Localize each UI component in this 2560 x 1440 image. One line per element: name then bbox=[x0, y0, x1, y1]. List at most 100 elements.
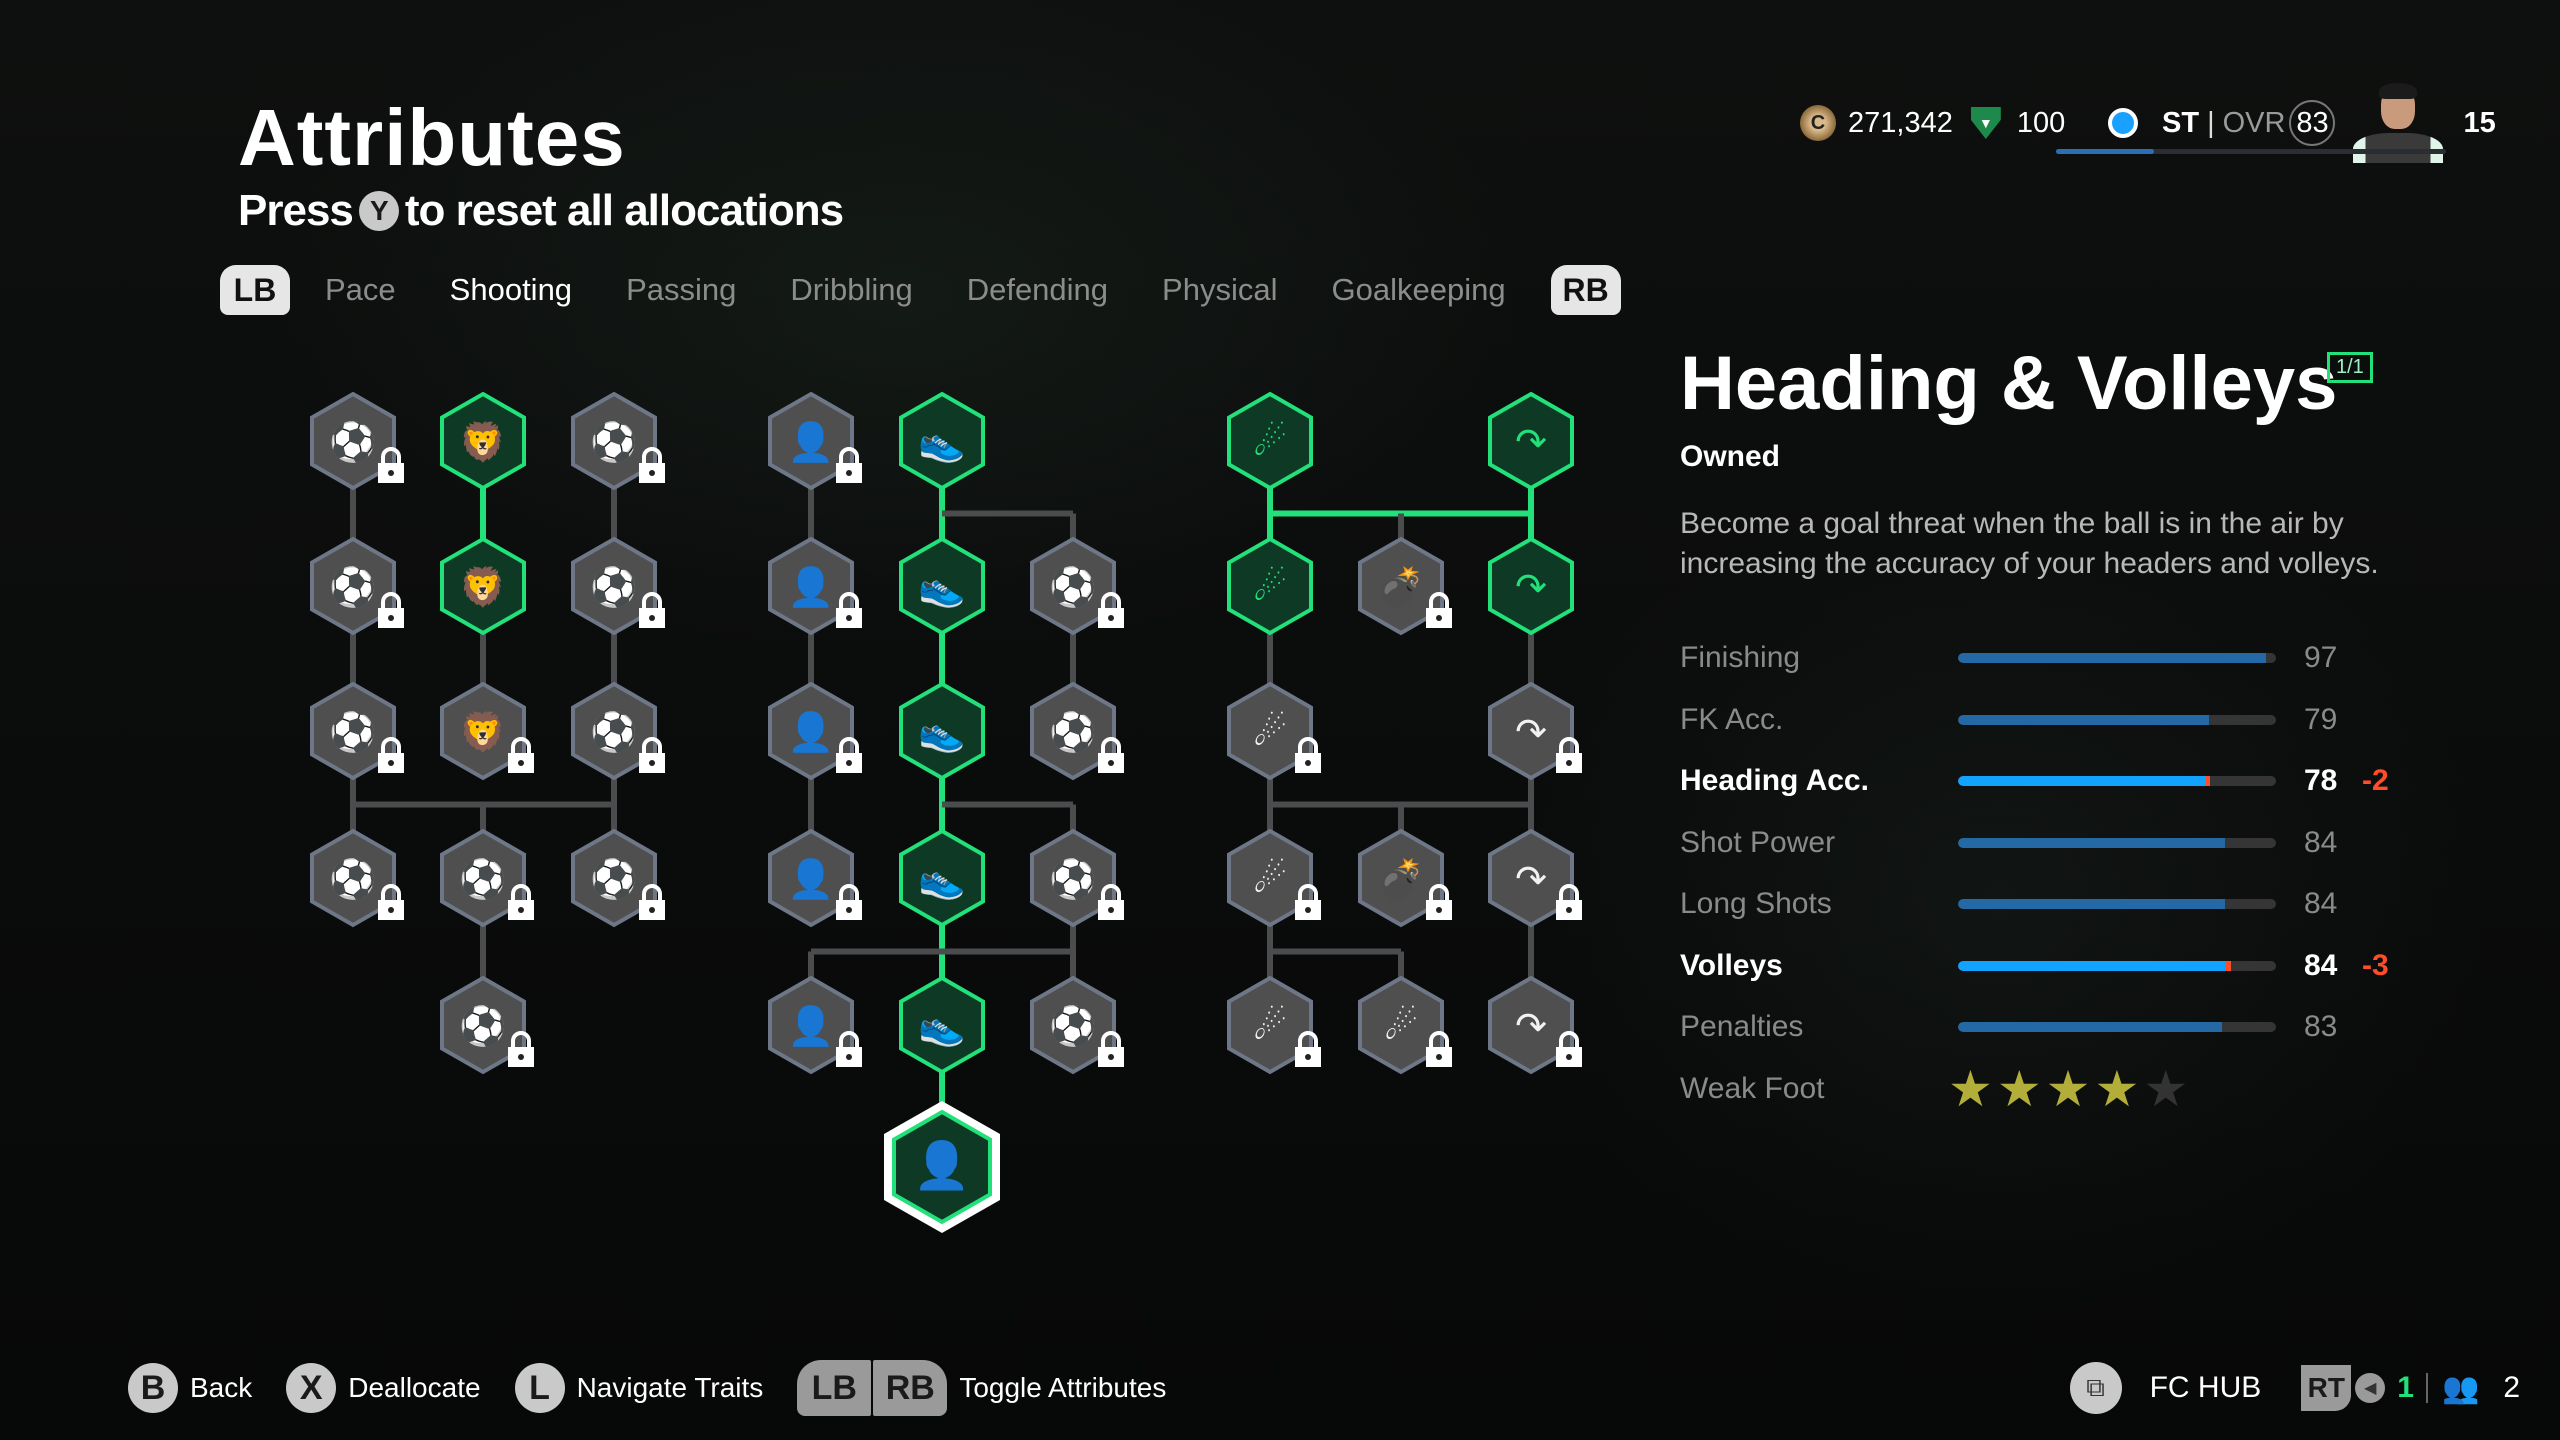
footer-status: ⧉ FC HUB RT ◀ 1 👥 2 bbox=[2069, 1360, 2520, 1416]
trait-node-g2b6[interactable]: 👤 bbox=[884, 1101, 1000, 1233]
trait-node-g2c4[interactable]: ⚽ bbox=[1030, 828, 1124, 928]
finesse-shot-icon: ↷ bbox=[1515, 420, 1547, 464]
header-icon: 👤 bbox=[787, 420, 834, 464]
trait-node-g3a1[interactable]: ☄ bbox=[1227, 391, 1313, 491]
trait-node-g3b5[interactable]: ☄ bbox=[1358, 975, 1452, 1075]
trait-node-g2c5[interactable]: ⚽ bbox=[1030, 975, 1124, 1075]
deallocate-action[interactable]: X Deallocate bbox=[286, 1363, 481, 1413]
header-icon: 👤 bbox=[787, 565, 834, 609]
stat-label: Long Shots bbox=[1680, 887, 1832, 920]
trait-node-g1b3[interactable]: 🦁 bbox=[440, 681, 534, 781]
trait-node-g1b4[interactable]: ⚽ bbox=[440, 828, 534, 928]
power-shot-icon: ☄ bbox=[1253, 857, 1287, 901]
trait-node-g1c3[interactable]: ⚽ bbox=[571, 681, 665, 781]
volley-icon: ⚽ bbox=[1047, 1004, 1096, 1048]
power-shot-icon: ☄ bbox=[1253, 565, 1287, 609]
trait-node-g1b5[interactable]: ⚽ bbox=[440, 975, 534, 1075]
trait-node-g3c5[interactable]: ↷ bbox=[1488, 975, 1582, 1075]
trait-node-g3b2[interactable]: 💣 bbox=[1358, 536, 1452, 636]
stat-value: 83 bbox=[2304, 1010, 2338, 1043]
trait-node-g2a3[interactable]: 👤 bbox=[768, 681, 862, 781]
cannon-icon: 💣 bbox=[1377, 565, 1424, 611]
fc-points-icon: ▼ bbox=[1970, 107, 2001, 139]
trait-node-g3a5[interactable]: ☄ bbox=[1227, 975, 1321, 1075]
lock-keyhole bbox=[846, 907, 852, 913]
back-label: Back bbox=[190, 1372, 253, 1403]
trait-node-g2b2[interactable]: 👟 bbox=[899, 536, 985, 636]
position-dot-icon bbox=[2108, 108, 2138, 138]
lock-keyhole bbox=[846, 760, 852, 766]
stat-label: Shot Power bbox=[1680, 825, 1836, 859]
power-shot-icon: ☄ bbox=[1253, 1004, 1287, 1048]
mic-muted-icon[interactable]: ◀ bbox=[2355, 1373, 2386, 1403]
toggle-attributes-action[interactable]: LB RB Toggle Attributes bbox=[797, 1360, 1166, 1416]
lock-keyhole bbox=[1305, 760, 1311, 766]
navigate-traits-action[interactable]: L Navigate Traits bbox=[514, 1363, 764, 1413]
lock-keyhole bbox=[1566, 760, 1572, 766]
trait-node-g1c1[interactable]: ⚽ bbox=[571, 391, 665, 491]
stat-label: Volleys bbox=[1680, 948, 1783, 982]
stat-row-fk-acc: FK Acc. 79 bbox=[1680, 700, 2440, 740]
weak-foot-stars: ★ ★ ★ ★ ★ bbox=[1948, 1060, 2188, 1117]
party-icon[interactable]: 👥 bbox=[2442, 1371, 2479, 1406]
trait-node-g3a4[interactable]: ☄ bbox=[1227, 828, 1321, 928]
trait-node-g1b1[interactable]: 🦁 bbox=[440, 391, 526, 491]
lock-keyhole bbox=[388, 760, 394, 766]
trait-node-g2c3[interactable]: ⚽ bbox=[1030, 681, 1124, 781]
trait-node-g2a5[interactable]: 👤 bbox=[768, 975, 862, 1075]
header-icon: 👤 bbox=[787, 857, 834, 901]
trait-node-g3c1[interactable]: ↷ bbox=[1488, 391, 1574, 491]
stat-value: 84 bbox=[2304, 887, 2338, 920]
trait-node-g3b4[interactable]: 💣 bbox=[1358, 828, 1452, 928]
trait-node-g1c2[interactable]: ⚽ bbox=[571, 536, 665, 636]
cannon-icon: 💣 bbox=[1377, 857, 1424, 903]
trait-node-g2b4[interactable]: 👟 bbox=[899, 828, 985, 928]
trait-node-g1a1[interactable]: ⚽ bbox=[310, 391, 404, 491]
stat-bar bbox=[1958, 714, 2276, 725]
trait-node-g3a3[interactable]: ☄ bbox=[1227, 681, 1321, 781]
trait-node-g3c4[interactable]: ↷ bbox=[1488, 828, 1582, 928]
power-shot-icon: ☄ bbox=[1253, 710, 1287, 754]
stat-bar bbox=[1958, 960, 2276, 971]
trait-node-g1b2[interactable]: 🦁 bbox=[440, 536, 526, 636]
stat-bar-fill bbox=[1958, 1022, 2222, 1032]
ovr-label: OVR bbox=[2222, 106, 2286, 139]
trait-node-g3c2[interactable]: ↷ bbox=[1488, 536, 1574, 636]
stat-bar-fill bbox=[1958, 714, 2210, 725]
stat-bar bbox=[1958, 1022, 2276, 1032]
stat-bar-fill bbox=[1958, 960, 2226, 971]
header-icon: 👤 bbox=[787, 1004, 834, 1048]
navigate-traits-label: Navigate Traits bbox=[576, 1372, 764, 1403]
fc-hub-label[interactable]: FC HUB bbox=[2150, 1371, 2262, 1405]
stat-row-penalties: Penalties 83 bbox=[1680, 1007, 2440, 1047]
penalty-spot-icon: ⚽ bbox=[588, 857, 637, 901]
trait-node-g1a2[interactable]: ⚽ bbox=[310, 536, 404, 636]
trait-node-g2a2[interactable]: 👤 bbox=[768, 536, 862, 636]
trait-node-g2b3[interactable]: 👟 bbox=[899, 681, 985, 781]
trait-node-g2b1[interactable]: 👟 bbox=[899, 391, 985, 491]
penalty-spot-icon: ⚽ bbox=[588, 565, 637, 609]
fc-hub-icon[interactable]: ⧉ bbox=[2069, 1362, 2122, 1414]
trait-node-g2b5[interactable]: 👟 bbox=[899, 975, 985, 1075]
trait-node-g1a3[interactable]: ⚽ bbox=[310, 681, 404, 781]
weak-foot-label: Weak Foot bbox=[1680, 1071, 1825, 1105]
lb-rb-icon: LB RB bbox=[797, 1360, 948, 1416]
back-action[interactable]: B Back bbox=[128, 1363, 252, 1413]
player-summary: ST | OVR 83 15 bbox=[2108, 83, 2496, 163]
trait-node-g2a4[interactable]: 👤 bbox=[768, 828, 862, 928]
lion-icon: 🦁 bbox=[459, 565, 506, 609]
points-value: 100 bbox=[2016, 106, 2066, 139]
lock-keyhole bbox=[1108, 907, 1114, 913]
mic-count: 1 bbox=[2397, 1371, 2414, 1404]
boot-ball-icon: 👟 bbox=[918, 1004, 965, 1049]
trait-node-g1a4[interactable]: ⚽ bbox=[310, 828, 404, 928]
trait-node-g2c2[interactable]: ⚽ bbox=[1030, 536, 1124, 636]
trait-node-g3a2[interactable]: ☄ bbox=[1227, 536, 1313, 636]
trait-node-g1c4[interactable]: ⚽ bbox=[571, 828, 665, 928]
trait-node-g2a1[interactable]: 👤 bbox=[768, 391, 862, 491]
stat-row-finishing: Finishing 97 bbox=[1680, 638, 2440, 678]
currency-bar: C 271,342 ▼ 100 bbox=[1800, 100, 2065, 146]
star-filled-icon: ★ bbox=[2045, 1060, 2091, 1117]
lock-keyhole bbox=[1108, 1054, 1114, 1060]
trait-node-g3c3[interactable]: ↷ bbox=[1488, 681, 1582, 781]
